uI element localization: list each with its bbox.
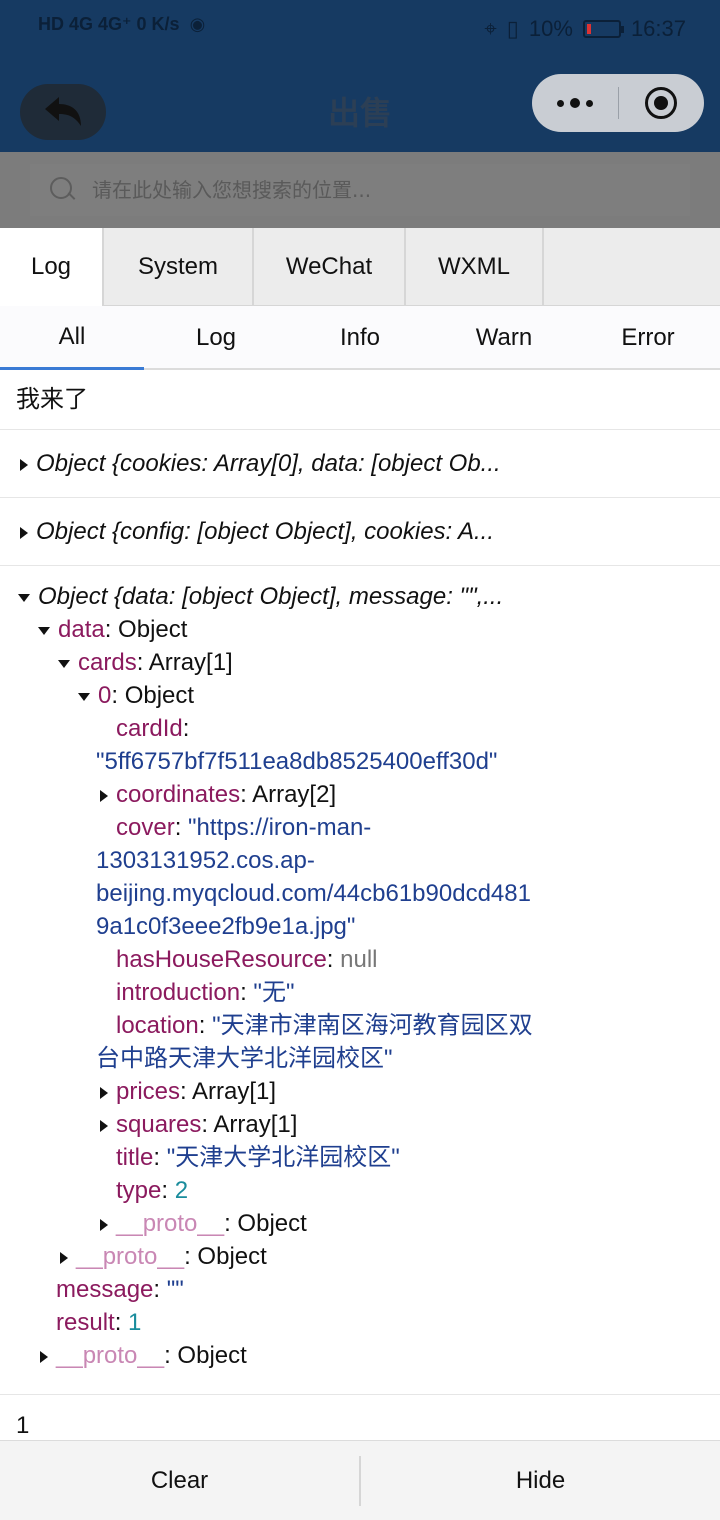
capsule-menu (532, 74, 704, 132)
expand-arrow-icon[interactable] (100, 1218, 108, 1231)
tree-row[interactable]: __proto__: Object (16, 1207, 704, 1240)
hide-button[interactable]: Hide (361, 1441, 720, 1520)
nav-bar: 出售 (0, 60, 720, 152)
tree-row: location: "天津市津南区海河教育园区双 (116, 1012, 533, 1039)
eye-icon: ◉ (189, 14, 206, 34)
tree-row[interactable]: 0: Object (16, 679, 704, 712)
expand-arrow-icon[interactable] (20, 458, 28, 471)
filter-all[interactable]: All (0, 306, 144, 370)
tree-row: title: "天津大学北洋园校区" (116, 1144, 400, 1171)
tree-row: result: 1 (56, 1309, 142, 1336)
status-left: HD 4G 4G⁺ 0 K/s ◉ (38, 14, 205, 35)
battery-percent: 10% (528, 16, 573, 41)
search-icon (50, 177, 76, 203)
filter-info[interactable]: Info (288, 306, 432, 370)
tree-row-continued: "5ff6757bf7f511ea8db8525400eff30d" (96, 748, 498, 775)
tree-row-continued: 1303131952.cos.ap- (96, 847, 315, 874)
tree-row: introduction: "无" (116, 979, 295, 1006)
expand-arrow-icon[interactable] (100, 789, 108, 802)
tab-wechat[interactable]: WeChat (254, 228, 406, 306)
collapse-arrow-icon[interactable] (38, 626, 50, 635)
log-entry-object[interactable]: Object {cookies: Array[0], data: [object… (0, 430, 720, 498)
log-list: 我来了 Object {cookies: Array[0], data: [ob… (0, 370, 720, 1445)
tree-row: hasHouseResource: null (116, 946, 378, 973)
tree-row-continued: 9a1c0f3eee2fb9e1a.jpg" (96, 913, 356, 940)
search-input[interactable] (92, 178, 690, 202)
vibrate-icon: ▯ (506, 16, 519, 41)
status-right: ⌖ ▯ 10% 16:37 (484, 16, 686, 42)
tree-row-continued: beijing.myqcloud.com/44cb61b90dcd481 (96, 880, 531, 907)
tree-row[interactable]: Object {data: [object Object], message: … (16, 580, 704, 613)
location-icon: ⌖ (484, 16, 497, 41)
expand-arrow-icon[interactable] (100, 1119, 108, 1132)
filter-warn[interactable]: Warn (432, 306, 576, 370)
tree-row[interactable]: squares: Array[1] (16, 1108, 704, 1141)
tree-row[interactable]: prices: Array[1] (16, 1075, 704, 1108)
search-box[interactable] (30, 164, 690, 216)
log-entry: 我来了 (0, 370, 720, 430)
network-indicators: HD 4G 4G⁺ 0 K/s (38, 14, 180, 34)
console-tabs: Log System WeChat WXML (0, 228, 720, 306)
clear-button[interactable]: Clear (0, 1441, 359, 1520)
tree-row: type: 2 (116, 1177, 189, 1204)
log-filter-tabs: All Log Info Warn Error (0, 306, 720, 370)
log-entry: 1 (0, 1395, 720, 1445)
expand-arrow-icon[interactable] (100, 1086, 108, 1099)
collapse-arrow-icon[interactable] (58, 659, 70, 668)
tree-row[interactable]: cards: Array[1] (16, 646, 704, 679)
tree-row[interactable]: coordinates: Array[2] (16, 778, 704, 811)
close-miniprogram-button[interactable] (619, 87, 705, 119)
tree-row: message: "" (56, 1276, 184, 1303)
tree-row-continued: 台中路天津大学北洋园校区" (96, 1045, 393, 1072)
log-entry-expanded-object: Object {data: [object Object], message: … (0, 566, 720, 1395)
tab-system[interactable]: System (104, 228, 254, 306)
expand-arrow-icon[interactable] (20, 526, 28, 539)
expand-arrow-icon[interactable] (40, 1350, 48, 1363)
log-entry-object[interactable]: Object {config: [object Object], cookies… (0, 498, 720, 566)
collapse-arrow-icon[interactable] (78, 692, 90, 701)
filter-error[interactable]: Error (576, 306, 720, 370)
expand-arrow-icon[interactable] (60, 1251, 68, 1264)
tree-row: cover: "https://iron-man- (116, 814, 372, 841)
battery-icon (582, 20, 624, 38)
more-button[interactable] (532, 98, 618, 108)
more-dots-icon (556, 99, 564, 107)
collapse-arrow-icon[interactable] (18, 593, 30, 602)
tree-row[interactable]: data: Object (16, 613, 704, 646)
search-bar (0, 152, 720, 228)
tree-row[interactable]: __proto__: Object (16, 1339, 704, 1372)
tree-row: cardId: (116, 715, 190, 742)
filter-log[interactable]: Log (144, 306, 288, 370)
status-bar: HD 4G 4G⁺ 0 K/s ◉ ⌖ ▯ 10% 16:37 (0, 0, 720, 60)
tree-row[interactable]: __proto__: Object (16, 1240, 704, 1273)
tab-log[interactable]: Log (0, 228, 104, 306)
tab-wxml[interactable]: WXML (406, 228, 544, 306)
console-bottom-bar: Clear Hide (0, 1440, 720, 1520)
target-close-icon (645, 87, 678, 119)
clock: 16:37 (630, 16, 686, 41)
